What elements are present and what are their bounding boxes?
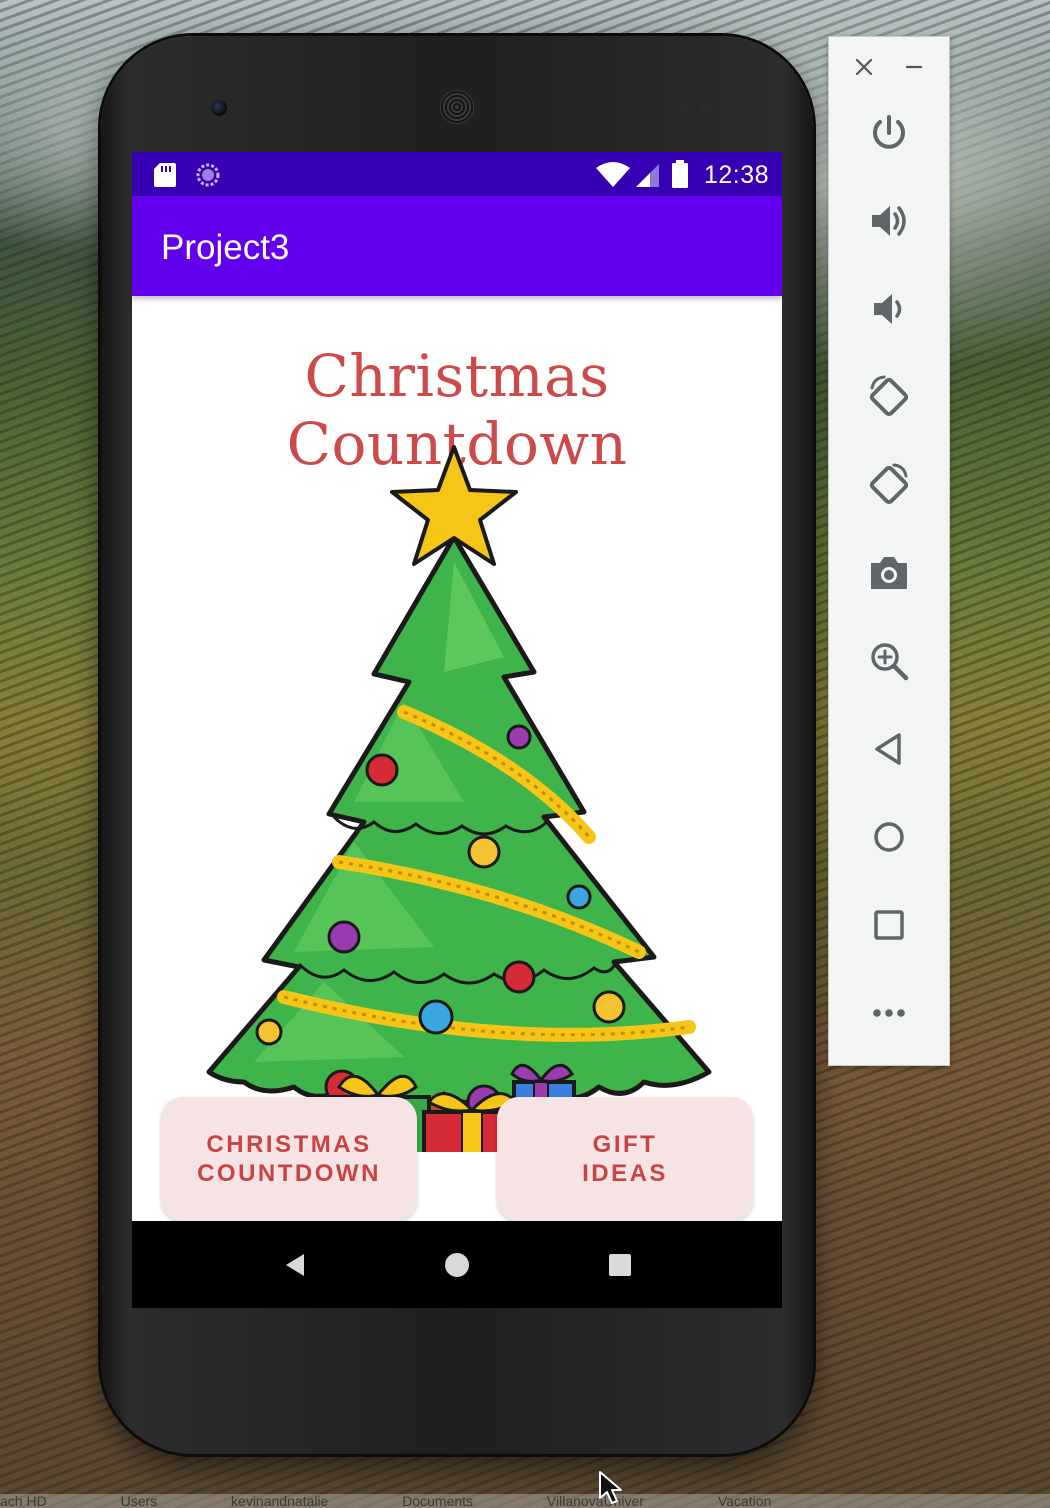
close-icon[interactable] [850,53,878,81]
path-item[interactable]: Users [121,1494,158,1508]
sd-card-icon [154,163,176,187]
christmas-countdown-button[interactable]: CHRISTMAS COUNTDOWN [161,1097,417,1221]
volume-up-icon [872,206,906,236]
path-item[interactable]: kevinandnatalie [231,1494,328,1508]
christmas-tree-illustration [206,445,712,1152]
app-bar: Project3 [132,196,782,296]
app-title: Project3 [161,228,290,267]
rotate-right-button[interactable] [865,461,913,509]
power-icon [873,115,905,149]
phone-screen: 12:38 Project3 Christmas Countdown CHRIS… [132,152,782,1308]
zoom-icon [871,643,909,681]
more-icon [873,1009,905,1017]
volume-up-button[interactable] [865,197,913,245]
gift-ideas-button[interactable]: GIFT IDEAS [497,1097,753,1221]
back-icon [875,733,901,765]
front-camera-icon [211,100,227,116]
home-button[interactable] [865,813,913,861]
overview-button[interactable] [865,901,913,949]
path-item[interactable]: Vacation [718,1494,771,1508]
volume-down-icon [874,294,902,324]
finder-path-bar: ach HD Users kevinandnatalie Documents V… [0,1494,1050,1508]
rotate-left-icon [869,375,909,417]
path-item[interactable]: VillanovaUniver [547,1494,644,1508]
cell-signal-icon [636,164,659,187]
power-button[interactable] [865,109,913,157]
rotate-right-icon [869,463,909,505]
path-item[interactable]: Documents [402,1494,473,1508]
battery-icon [672,160,688,188]
camera-icon [871,557,907,589]
mouse-cursor-icon [599,1471,622,1504]
zoom-button[interactable] [865,637,913,685]
home-icon [874,822,904,852]
minimize-icon[interactable] [900,53,928,81]
path-item[interactable]: ach HD [0,1494,47,1508]
back-triangle-icon[interactable] [282,1252,308,1278]
proximity-sensor [677,100,689,112]
back-button[interactable] [865,725,913,773]
emulator-control-panel [828,36,950,1066]
speaker-grille [440,90,474,124]
status-bar: 12:38 [132,152,782,196]
home-circle-icon[interactable] [444,1252,470,1278]
overview-icon [874,910,904,940]
navigation-bar [132,1221,782,1308]
wifi-icon [596,162,630,187]
light-sensor [699,100,711,112]
volume-down-button[interactable] [865,285,913,333]
status-clock: 12:38 [704,161,770,189]
sync-icon [196,163,220,187]
more-button[interactable] [865,989,913,1037]
recents-square-icon[interactable] [608,1253,632,1277]
rotate-left-button[interactable] [865,373,913,421]
screenshot-button[interactable] [865,549,913,597]
